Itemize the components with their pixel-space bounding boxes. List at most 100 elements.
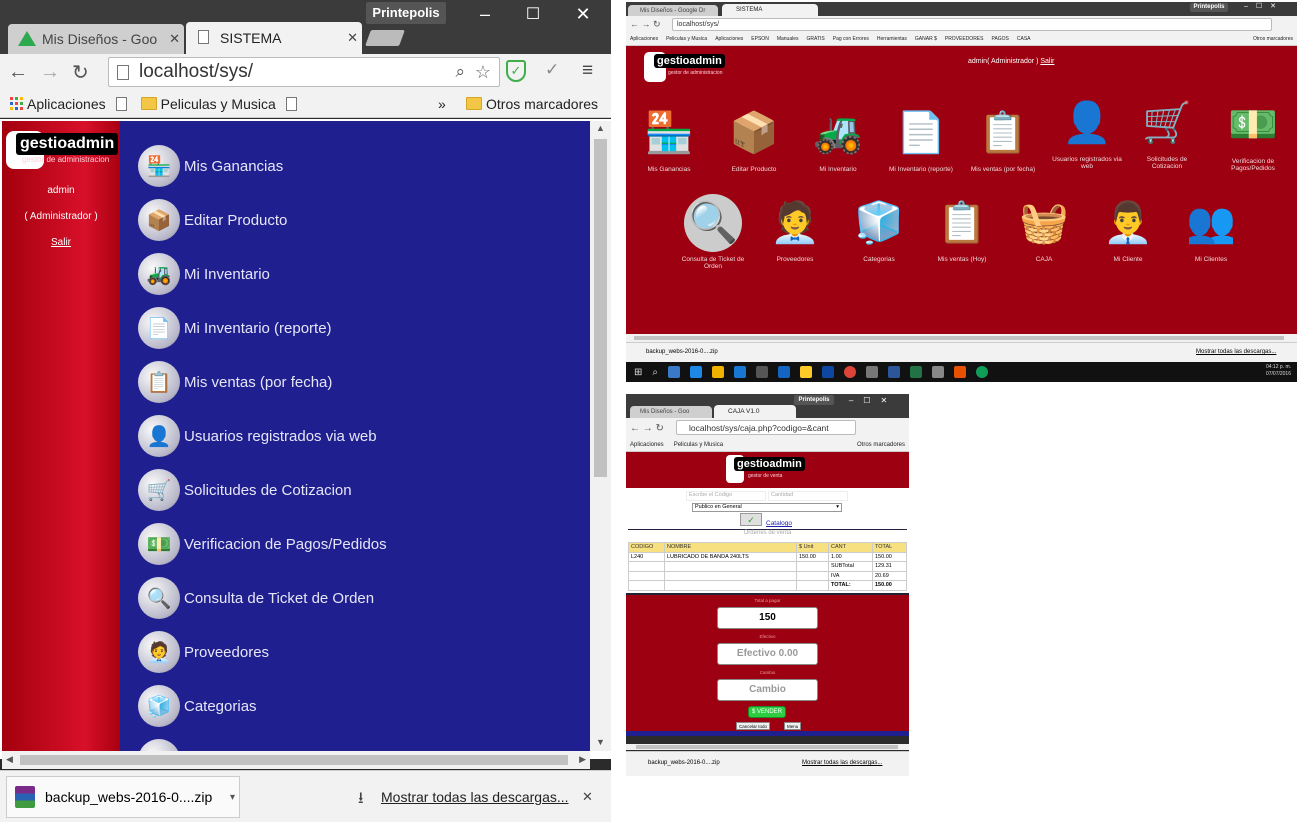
tab-mis-disenos[interactable]: Mis Diseños - Goo ✕	[8, 24, 184, 54]
taskbar-app-icon[interactable]	[932, 366, 944, 378]
grid-item-editar-producto[interactable]: 📦 Editar Producto	[719, 104, 789, 174]
reload-icon[interactable]: ↻	[72, 60, 89, 85]
scroll-up-icon[interactable]: ▲	[596, 123, 605, 133]
show-all-downloads-link[interactable]: Mostrar todas las descargas...	[1196, 349, 1276, 355]
scroll-thumb[interactable]	[636, 745, 898, 749]
profile-button[interactable]: Printepolis	[794, 395, 834, 405]
add-item-button[interactable]: ✓	[740, 513, 762, 526]
bookmark-apps[interactable]: Aplicaciones	[10, 96, 106, 112]
page-icon[interactable]	[285, 96, 297, 111]
grid-item-mis-clientes[interactable]: 👥 Mi Clientes	[1176, 194, 1246, 264]
grid-item-cotizacion[interactable]: 🛒 Solicitudes de Cotizacion	[1132, 94, 1202, 171]
grid-item-inventario[interactable]: 🚜 Mi Inventario	[803, 104, 873, 174]
star-icon[interactable]: ☆	[475, 62, 491, 83]
menu-button[interactable]: Menu	[784, 722, 802, 730]
menu-item-usuarios-web[interactable]: 👤 Usuarios registrados via web	[138, 413, 377, 459]
grid-item-ganancias[interactable]: 🏪 Mis Ganancias	[634, 104, 704, 174]
bookmark-other[interactable]: Otros marcadores	[857, 442, 905, 448]
download-filename[interactable]: backup_webs-2016-0....zip	[646, 349, 718, 355]
bookmark-item[interactable]: PROVEEDORES	[945, 36, 984, 42]
download-options-icon[interactable]: ▾	[230, 792, 235, 803]
horizontal-scrollbar[interactable]	[626, 744, 909, 750]
grid-item-caja[interactable]: 🧺 CAJA	[1009, 194, 1079, 264]
close-tab-icon[interactable]: ✕	[347, 30, 358, 46]
grid-item-proveedores[interactable]: 🧑‍💼 Proveedores	[760, 194, 830, 264]
bookmark-item[interactable]: Peliculas y Musica	[666, 36, 707, 42]
grid-item-usuarios-web[interactable]: 👤 Usuarios registrados via web	[1050, 94, 1124, 171]
scroll-thumb[interactable]	[634, 336, 1284, 340]
scroll-right-icon[interactable]: ▶	[579, 754, 586, 765]
chrome-icon[interactable]	[976, 366, 988, 378]
menu-item-ventas-fecha[interactable]: 📋 Mis ventas (por fecha)	[138, 359, 332, 405]
menu-icon[interactable]: ≡	[582, 60, 593, 82]
bookmark-folder-movies[interactable]: Peliculas y Musica	[140, 96, 276, 112]
taskbar-app-icon[interactable]	[822, 366, 834, 378]
grid-item-mi-cliente[interactable]: 👨‍💼 Mi Cliente	[1093, 194, 1163, 264]
excel-icon[interactable]	[910, 366, 922, 378]
show-all-downloads-link[interactable]: Mostrar todas las descargas...	[802, 760, 882, 766]
search-icon[interactable]: ⌕	[652, 367, 658, 378]
tab-mis-disenos[interactable]: Mis Diseños - Google Dr	[628, 5, 718, 16]
more-bookmarks-icon[interactable]: »	[438, 96, 446, 112]
bookmark-item[interactable]: Aplicaciones	[715, 36, 743, 42]
menu-item-ganancias[interactable]: 🏪 Mis Ganancias	[138, 143, 283, 189]
download-item[interactable]: backup_webs-2016-0....zip ▾	[6, 776, 240, 818]
taskbar-app-icon[interactable]	[668, 366, 680, 378]
taskbar-app-icon[interactable]	[734, 366, 746, 378]
vertical-scrollbar[interactable]: ▲ ▼	[590, 121, 611, 751]
forward-icon[interactable]: →	[40, 61, 60, 84]
table-row[interactable]: L240 LUBRICADO DE BANDA 240LTS 150.00 1.00 1…	[628, 551, 907, 562]
menu-item-ticket[interactable]: 🔍 Consulta de Ticket de Orden	[138, 575, 374, 621]
checkmark-extension-icon[interactable]: ✓	[545, 60, 559, 80]
bookmark-item[interactable]: Aplicaciones	[630, 36, 658, 42]
window-controls[interactable]: –☐✕	[840, 396, 906, 405]
menu-item-editar-producto[interactable]: 📦 Editar Producto	[138, 197, 287, 243]
bookmark-item[interactable]: Peliculas y Musica	[674, 442, 723, 448]
menu-item-inventario-reporte[interactable]: 📄 Mi Inventario (reporte)	[138, 305, 332, 351]
taskbar-app-icon[interactable]	[954, 366, 966, 378]
back-icon[interactable]: ←	[8, 61, 28, 84]
close-tab-icon[interactable]: ✕	[169, 31, 180, 47]
taskbar-app-icon[interactable]	[756, 366, 768, 378]
grid-item-inventario-reporte[interactable]: 📄 Mi Inventario (reporte)	[886, 104, 956, 174]
client-select[interactable]: Publico en General ▾	[692, 503, 842, 512]
system-clock[interactable]: 04:12 p. m. 07/07/2016	[1266, 364, 1291, 378]
logout-link[interactable]: Salir	[1040, 58, 1054, 65]
taskbar-app-icon[interactable]	[712, 366, 724, 378]
profile-button[interactable]: Printepolis	[1190, 3, 1228, 12]
show-all-downloads-link[interactable]: Mostrar todas las descargas...	[381, 789, 569, 805]
word-icon[interactable]	[888, 366, 900, 378]
grid-item-ticket[interactable]: 🔍 Consulta de Ticket de Orden	[678, 194, 748, 270]
quantity-input[interactable]: Cantidad	[768, 491, 848, 501]
horizontal-scrollbar[interactable]	[626, 334, 1297, 342]
bookmark-item[interactable]: EPSON	[751, 36, 769, 42]
catalog-link[interactable]: Catalogo	[766, 520, 792, 527]
tab-mis-disenos[interactable]: Mis Diseños - Goo	[630, 406, 712, 418]
back-icon[interactable]: ← → ↻	[630, 19, 661, 30]
scroll-thumb[interactable]	[20, 755, 568, 765]
cash-input[interactable]: Efectivo 0.00	[717, 643, 818, 665]
taskbar-app-icon[interactable]	[866, 366, 878, 378]
bookmark-item[interactable]: Herramientas	[877, 36, 907, 42]
menu-item-categorias[interactable]: 🧊 Categorias	[138, 683, 257, 729]
scroll-thumb[interactable]	[594, 139, 607, 477]
sell-button[interactable]: $ VENDER	[748, 706, 786, 718]
logout-link[interactable]: Salir	[2, 237, 120, 248]
menu-item-cotizacion[interactable]: 🛒 Solicitudes de Cotizacion	[138, 467, 352, 513]
taskbar-app-icon[interactable]	[690, 366, 702, 378]
tab-caja[interactable]: CAJA V1.0	[714, 405, 796, 418]
profile-button[interactable]: Printepolis	[366, 2, 446, 24]
maximize-icon[interactable]: ☐	[518, 4, 548, 24]
address-bar[interactable]: localhost/sys/caja.php?codigo=&cant	[676, 420, 856, 435]
taskbar-app-icon[interactable]	[800, 366, 812, 378]
bookmark-item[interactable]: GANAR $	[915, 36, 937, 42]
window-controls[interactable]: –☐✕	[1236, 2, 1292, 10]
bookmark-other[interactable]: Otros marcadores	[466, 96, 598, 112]
bookmark-item[interactable]: CASA	[1017, 36, 1031, 42]
bookmark-item[interactable]: Manuales	[777, 36, 799, 42]
page-icon[interactable]	[115, 96, 127, 111]
scroll-left-icon[interactable]: ◀	[6, 754, 13, 765]
bookmark-item[interactable]: PAGOS	[991, 36, 1008, 42]
grid-item-categorias[interactable]: 🧊 Categorias	[844, 194, 914, 264]
shield-extension-icon[interactable]: ✓	[506, 60, 526, 82]
